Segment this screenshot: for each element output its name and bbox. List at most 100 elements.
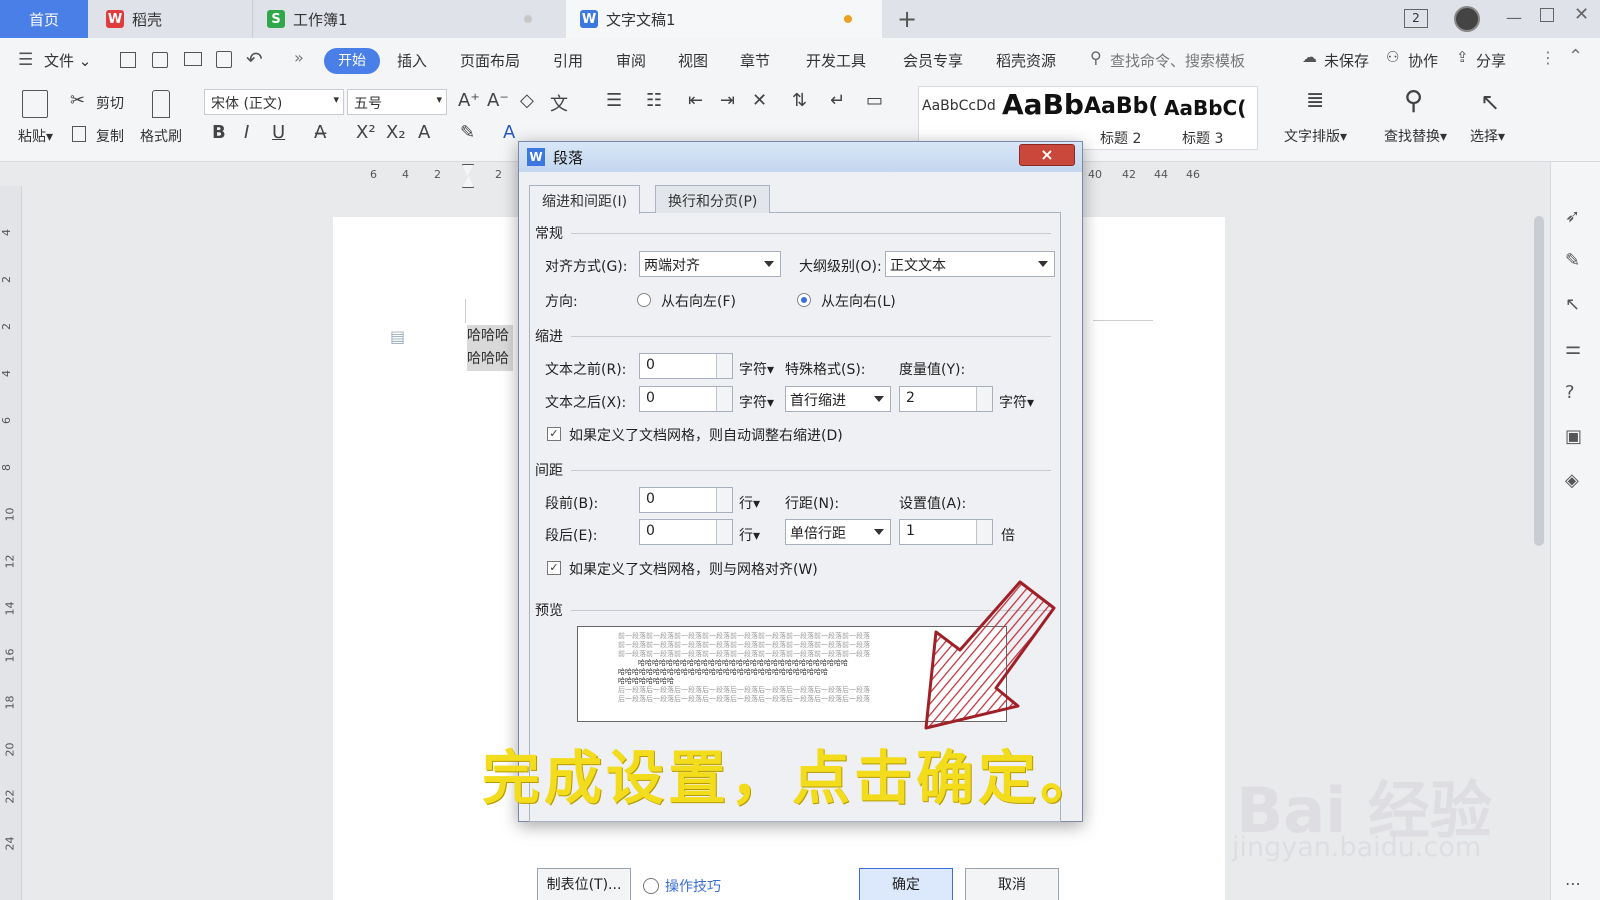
setting-value-input[interactable]: 1 — [899, 519, 993, 545]
text-effect-icon[interactable]: A — [418, 122, 430, 143]
line-spacing-select[interactable]: 单倍行距 — [785, 519, 891, 545]
menu-chapter[interactable]: 章节 — [740, 50, 770, 71]
snap-grid-label[interactable]: 如果定义了文档网格，则与网格对齐(W) — [569, 559, 818, 579]
spinner-arrows[interactable] — [716, 387, 732, 411]
measure-input[interactable]: 2 — [899, 386, 993, 412]
font-color-icon[interactable]: A — [503, 122, 515, 143]
vertical-scrollbar[interactable] — [1530, 186, 1548, 900]
unsaved-button[interactable]: 未保存 — [1324, 50, 1369, 71]
space-before-input[interactable]: 0 — [639, 487, 733, 513]
grow-font-icon[interactable]: A⁺ — [458, 90, 480, 111]
indent-marker[interactable] — [462, 164, 474, 188]
document-text[interactable]: 哈哈哈 哈哈哈 — [467, 325, 513, 371]
scroll-thumb[interactable] — [1534, 216, 1544, 546]
special-format-select[interactable]: 首行缩进 — [785, 386, 891, 412]
clear-format-icon[interactable]: ◇ — [520, 90, 534, 111]
decrease-indent-icon[interactable]: ⇤ — [688, 90, 703, 111]
dialog-title-bar[interactable]: W 段落 × — [519, 142, 1082, 172]
export-icon[interactable] — [152, 52, 168, 68]
phonetic-icon[interactable]: 文 — [550, 90, 568, 116]
font-size-select[interactable]: 五号 ▾ — [347, 89, 447, 115]
auto-adjust-label[interactable]: 如果定义了文档网格，则自动调整右缩进(D) — [569, 425, 843, 445]
restore-icon[interactable] — [1540, 8, 1554, 22]
menu-view[interactable]: 视图 — [678, 50, 708, 71]
bold-button[interactable]: B — [212, 122, 226, 143]
unsaved-dot[interactable] — [844, 15, 852, 23]
space-after-unit[interactable]: 行▾ — [739, 525, 760, 545]
close-window-icon[interactable]: ✕ — [1574, 4, 1589, 25]
select-button[interactable]: 选择▾ — [1470, 126, 1505, 146]
tab-daoke[interactable]: W 稻壳 — [92, 0, 250, 38]
ok-button[interactable]: 确定 — [859, 868, 953, 900]
menu-page-layout[interactable]: 页面布局 — [460, 50, 520, 71]
pointer-icon[interactable]: ↖ — [1565, 294, 1580, 315]
tab-document[interactable]: W 文字文稿1 — [566, 0, 882, 38]
style-heading1-sample[interactable]: AaBb — [1002, 88, 1084, 121]
menu-review[interactable]: 审阅 — [616, 50, 646, 71]
rtl-radio[interactable] — [637, 293, 651, 307]
paste-icon[interactable] — [22, 90, 48, 118]
pen-icon[interactable]: ✎ — [1565, 250, 1580, 271]
menu-daoke-resource[interactable]: 稻壳资源 — [996, 50, 1056, 71]
tips-link[interactable]: 操作技巧 — [665, 876, 721, 896]
vertical-ruler[interactable]: 4 2 2 4 6 8 10 12 14 16 18 20 22 24 — [0, 186, 22, 900]
sliders-icon[interactable]: ⚌ — [1565, 338, 1581, 359]
save-icon[interactable] — [120, 52, 136, 68]
add-tab-button[interactable]: + — [897, 5, 917, 33]
spinner-arrows[interactable] — [976, 520, 992, 544]
menu-reference[interactable]: 引用 — [553, 50, 583, 71]
indent-after-unit[interactable]: 字符▾ — [739, 392, 774, 412]
print-preview-icon[interactable] — [216, 51, 232, 68]
superscript-icon[interactable]: X² — [356, 122, 376, 143]
menu-start[interactable]: 开始 — [324, 48, 380, 74]
tab-indent-spacing[interactable]: 缩进和间距(I) — [529, 185, 641, 214]
cancel-button[interactable]: 取消 — [965, 868, 1059, 900]
help-icon[interactable]: ? — [1565, 382, 1575, 403]
subscript-icon[interactable]: X₂ — [386, 122, 406, 143]
italic-button[interactable]: I — [244, 122, 249, 143]
tab-line-page-break[interactable]: 换行和分页(P) — [655, 185, 771, 213]
menu-developer[interactable]: 开发工具 — [806, 50, 866, 71]
window-count-icon[interactable]: 2 — [1404, 9, 1428, 28]
spinner-arrows[interactable] — [716, 354, 732, 378]
paste-button[interactable]: 粘贴▾ — [18, 126, 53, 146]
underline-button[interactable]: U — [272, 122, 285, 143]
tab-stops-button[interactable]: 制表位(T)... — [537, 868, 631, 900]
spinner-arrows[interactable] — [976, 387, 992, 411]
sort-icon[interactable]: ⇅ — [792, 90, 807, 111]
indent-after-input[interactable]: 0 — [639, 386, 733, 412]
print-icon[interactable] — [184, 52, 202, 66]
ltr-radio[interactable] — [797, 293, 811, 307]
indent-before-input[interactable]: 0 — [639, 353, 733, 379]
tab-close-dot[interactable] — [524, 15, 532, 23]
strikethrough-icon[interactable]: A̶ — [314, 122, 326, 143]
more-sidebar-icon[interactable]: ⋯ — [1565, 874, 1581, 893]
paragraph-handle-icon[interactable]: ▤ — [390, 327, 405, 346]
search-command-input[interactable]: 查找命令、搜索模板 — [1110, 50, 1245, 71]
align-select[interactable]: 两端对齐 — [639, 251, 781, 277]
text-layout-button[interactable]: 文字排版▾ — [1284, 126, 1347, 146]
space-before-unit[interactable]: 行▾ — [739, 493, 760, 513]
menu-member[interactable]: 会员专享 — [903, 50, 963, 71]
snap-grid-checkbox[interactable]: ✓ — [547, 561, 561, 575]
spinner-arrows[interactable] — [716, 488, 732, 512]
outline-select[interactable]: 正文文本 — [885, 251, 1055, 277]
undo-icon[interactable]: ↶ — [246, 47, 263, 71]
rtl-label[interactable]: 从右向左(F) — [661, 291, 736, 311]
dialog-close-button[interactable]: × — [1019, 144, 1075, 166]
measure-unit[interactable]: 字符▾ — [999, 392, 1034, 412]
minimize-icon[interactable]: — — [1506, 8, 1522, 27]
share-button[interactable]: 分享 — [1476, 50, 1506, 71]
more-options-icon[interactable]: ⋮ — [1540, 48, 1556, 67]
show-marks-icon[interactable]: ↵ — [830, 90, 845, 111]
font-name-select[interactable]: 宋体 (正文) ▾ — [204, 89, 344, 115]
find-replace-button[interactable]: 查找替换▾ — [1384, 126, 1447, 146]
image-tool-icon[interactable]: ▣ — [1565, 426, 1582, 447]
spinner-arrows[interactable] — [716, 520, 732, 544]
bullet-list-icon[interactable]: ☰ — [606, 90, 622, 111]
format-painter-button[interactable]: 格式刷 — [140, 126, 182, 146]
compass-icon[interactable]: ◈ — [1565, 470, 1579, 491]
increase-indent-icon[interactable]: ⇥ — [720, 90, 735, 111]
ltr-label[interactable]: 从左向右(L) — [821, 291, 896, 311]
more-menu-icon[interactable]: » — [294, 48, 304, 67]
